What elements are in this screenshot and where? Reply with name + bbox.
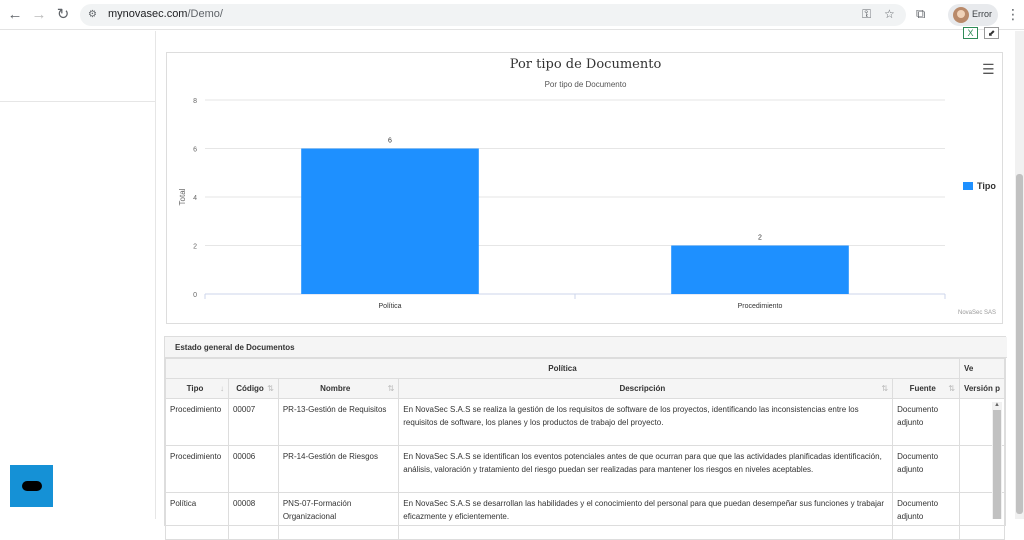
chat-icon bbox=[22, 481, 42, 491]
column-header-nombre[interactable]: Nombre ⇅ bbox=[277, 378, 400, 399]
excel-icon[interactable]: X bbox=[963, 27, 978, 39]
cell-nombre: PR-13-Gestión de Requisitos bbox=[277, 398, 400, 446]
profile-button[interactable]: Error bbox=[948, 4, 998, 26]
cell-descripcion: En NovaSec S.A.S se identifican los even… bbox=[398, 445, 894, 493]
chat-button[interactable] bbox=[10, 465, 53, 507]
site-info-icon[interactable]: ⚙ bbox=[88, 8, 102, 22]
group-header: Política bbox=[165, 358, 960, 379]
sort-icon: ⇅ bbox=[267, 384, 274, 393]
table-row[interactable]: Procedimiento 00006 PR-14-Gestión de Rie… bbox=[165, 445, 1006, 493]
address-bar[interactable]: ⚙ mynovasec.com/Demo/ ⚿ ☆ bbox=[80, 4, 906, 26]
y-tick-label: 2 bbox=[193, 244, 197, 251]
chart-legend[interactable]: Tipo bbox=[963, 181, 996, 191]
data-label: 6 bbox=[388, 138, 392, 145]
cell-nombre: PR-14-Gestión de Riesgos bbox=[277, 445, 400, 493]
table-row[interactable]: Política 00008 PNS-07-Formación Organiza… bbox=[165, 492, 1006, 540]
column-header-codigo[interactable]: Código ⇅ bbox=[227, 378, 279, 399]
bar-chart: 0 2 4 6 8 Total 6 Política 2 Procedimiento bbox=[178, 98, 946, 310]
column-header-descripcion[interactable]: Descripción ⇅ bbox=[398, 378, 894, 399]
cell-tipo: Procedimiento bbox=[165, 398, 229, 446]
chart-bar[interactable] bbox=[301, 148, 479, 295]
expand-icon[interactable]: ⬋ bbox=[984, 27, 999, 39]
scroll-up-icon[interactable]: ▲ bbox=[994, 402, 1000, 408]
column-header-tipo[interactable]: Tipo ↓ bbox=[165, 378, 229, 399]
column-header-version[interactable]: Versión p bbox=[958, 378, 1006, 399]
page-scroll-thumb[interactable] bbox=[1016, 174, 1023, 514]
profile-label: Error bbox=[972, 9, 992, 19]
x-tick-label: Procedimiento bbox=[738, 303, 783, 310]
y-tick-label: 0 bbox=[193, 292, 197, 299]
table-card-title: Estado general de Documentos bbox=[165, 337, 1007, 358]
sort-icon: ⇅ bbox=[387, 384, 395, 393]
table-scrollbar[interactable]: ▲ bbox=[992, 402, 1002, 519]
group-header-right: Ve bbox=[958, 358, 1006, 379]
y-axis-label: Total bbox=[178, 188, 187, 205]
cell-nombre: PNS-07-Formación Organizacional bbox=[277, 492, 400, 540]
avatar bbox=[953, 7, 969, 23]
kebab-menu-icon[interactable]: ⋮ bbox=[1006, 6, 1020, 23]
documents-table-card: Estado general de Documentos Política Ve… bbox=[164, 336, 1007, 540]
y-tick-label: 4 bbox=[193, 195, 197, 202]
page-scrollbar[interactable] bbox=[1015, 31, 1024, 519]
forward-arrow-icon[interactable]: → bbox=[30, 6, 48, 24]
cell-codigo: 00007 bbox=[227, 398, 279, 446]
back-arrow-icon[interactable]: ← bbox=[6, 6, 24, 24]
cell-fuente: Documento adjunto bbox=[892, 398, 960, 446]
chart-card: 0 2 4 6 8 Total 6 Política 2 Procedimiento Por ti… bbox=[166, 52, 1003, 324]
cell-descripcion: En NovaSec S.A.S se desarrollan las habi… bbox=[398, 492, 894, 540]
sidebar-divider bbox=[0, 101, 155, 102]
table-scroll-thumb[interactable] bbox=[993, 410, 1001, 519]
cell-tipo: Procedimiento bbox=[165, 445, 229, 493]
cell-codigo: 00006 bbox=[227, 445, 279, 493]
documents-table: Política Ve Tipo ↓ Código ⇅ Nombre ⇅ Descri… bbox=[165, 358, 1006, 540]
legend-label: Tipo bbox=[977, 181, 996, 191]
cell-descripcion: En NovaSec S.A.S se realiza la gestión d… bbox=[398, 398, 894, 446]
cell-fuente: Documento adjunto bbox=[892, 445, 960, 493]
chart-subtitle: Por tipo de Documento bbox=[544, 80, 627, 89]
data-label: 2 bbox=[758, 235, 762, 242]
reload-icon[interactable]: ↻ bbox=[54, 6, 72, 24]
content-divider bbox=[155, 31, 156, 519]
table-row[interactable]: Procedimiento 00007 PR-13-Gestión de Req… bbox=[165, 398, 1006, 446]
password-key-icon[interactable]: ⚿ bbox=[862, 7, 871, 22]
chart-credits[interactable]: NovaSec SAS bbox=[958, 310, 996, 316]
legend-swatch bbox=[963, 182, 973, 190]
extensions-icon[interactable]: ⧉ bbox=[916, 6, 925, 22]
browser-toolbar: ← → ↻ ⚙ mynovasec.com/Demo/ ⚿ ☆ ⧉ Error … bbox=[0, 0, 1024, 30]
y-tick-label: 6 bbox=[193, 147, 197, 154]
hamburger-menu-icon[interactable]: ☰ bbox=[982, 61, 995, 78]
x-tick-label: Política bbox=[379, 303, 402, 310]
cell-tipo: Política bbox=[165, 492, 229, 540]
chart-bar[interactable] bbox=[671, 245, 849, 295]
url-text: mynovasec.com/Demo/ bbox=[108, 8, 223, 20]
column-header-fuente[interactable]: Fuente ⇅ bbox=[892, 378, 960, 399]
sort-icon: ↓ bbox=[219, 384, 224, 393]
star-icon[interactable]: ☆ bbox=[884, 7, 895, 21]
cell-codigo: 00008 bbox=[227, 492, 279, 540]
sort-icon: ⇅ bbox=[881, 384, 889, 393]
sort-icon: ⇅ bbox=[948, 384, 955, 393]
y-tick-label: 8 bbox=[193, 98, 197, 105]
cell-fuente: Documento adjunto bbox=[892, 492, 960, 540]
chart-title: Por tipo de Documento bbox=[509, 57, 662, 72]
sidebar bbox=[0, 31, 155, 519]
